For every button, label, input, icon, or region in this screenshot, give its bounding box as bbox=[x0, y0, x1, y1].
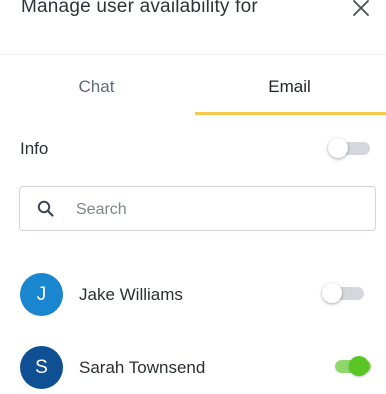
user-availability-toggle[interactable] bbox=[329, 354, 371, 378]
info-label: Info bbox=[20, 139, 49, 158]
tab-email[interactable]: Email bbox=[193, 55, 386, 113]
close-icon bbox=[353, 0, 369, 16]
user-name: Jake Williams bbox=[79, 285, 183, 304]
tab-chat[interactable]: Chat bbox=[0, 55, 193, 113]
user-availability-toggle[interactable] bbox=[322, 281, 364, 305]
search-box bbox=[19, 186, 376, 231]
user-row-sarah-townsend: S Sarah Townsend bbox=[20, 346, 371, 390]
toggle-knob bbox=[328, 138, 348, 158]
toggle-knob bbox=[349, 356, 369, 376]
channel-tabs: Chat Email bbox=[0, 55, 386, 115]
user-row-jake-williams: J Jake Williams bbox=[20, 273, 370, 317]
search-input[interactable] bbox=[74, 195, 368, 225]
dialog-title: Manage user availability for bbox=[21, 0, 258, 17]
search-icon bbox=[37, 200, 54, 217]
avatar: J bbox=[20, 273, 63, 316]
close-button[interactable] bbox=[349, 0, 373, 20]
dialog-header: Manage user availability for bbox=[0, 0, 386, 55]
toggle-knob bbox=[322, 283, 342, 303]
info-row: Info bbox=[20, 134, 370, 164]
active-tab-indicator bbox=[195, 112, 386, 115]
avatar: S bbox=[20, 346, 63, 389]
info-toggle[interactable] bbox=[328, 136, 370, 160]
user-name: Sarah Townsend bbox=[79, 358, 206, 377]
